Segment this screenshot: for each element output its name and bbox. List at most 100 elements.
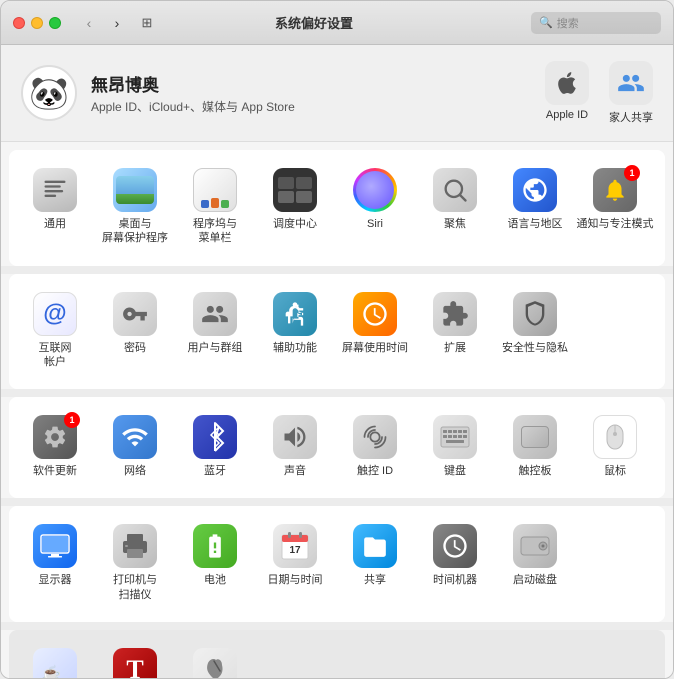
search-bar[interactable]: 🔍 搜索: [531, 12, 661, 34]
sound-item[interactable]: 声音: [257, 407, 333, 484]
extensions-icon: [433, 292, 477, 336]
printer-icon: [113, 524, 157, 568]
software-update-label: 软件更新: [33, 464, 77, 478]
maximize-button[interactable]: [49, 17, 61, 29]
battery-icon: [193, 524, 237, 568]
apple-id-label: Apple ID: [546, 109, 588, 121]
datetime-icon: 17: [273, 524, 317, 568]
divider-2: [1, 389, 673, 397]
printer-item[interactable]: 打印机与扫描仪: [97, 516, 173, 608]
trackpad-icon: [513, 415, 557, 459]
battery-item[interactable]: 电池: [177, 516, 253, 608]
sharing-icon: [353, 524, 397, 568]
traffic-lights: [13, 17, 61, 29]
desktop-item[interactable]: 桌面与屏幕保护程序: [97, 160, 173, 252]
mouse-label: 鼠标: [604, 464, 626, 478]
desktop-icon: [113, 168, 157, 212]
section-1-grid: 通用 桌面与屏幕保护程序: [17, 154, 657, 258]
ntfs-icon: T: [113, 648, 157, 678]
ntfs-item[interactable]: T MicrosoftNTFS by Tuxera: [97, 640, 173, 678]
java-item[interactable]: ☕ Java: [17, 640, 93, 678]
content-area: 通用 桌面与屏幕保护程序: [1, 142, 673, 678]
timemachine-item[interactable]: 时间机器: [417, 516, 493, 608]
dock-label: 程序坞与菜单栏: [193, 217, 237, 246]
language-item[interactable]: 语言与地区: [497, 160, 573, 252]
siri-item[interactable]: Siri: [337, 160, 413, 252]
mission-control-label: 调度中心: [273, 217, 317, 231]
dock-item[interactable]: 程序坞与菜单栏: [177, 160, 253, 252]
internet-item[interactable]: @ 互联网帐户: [17, 284, 93, 376]
section-4-grid: 显示器 打印机与扫描仪: [17, 510, 657, 614]
family-sharing-button[interactable]: 家人共享: [609, 61, 653, 125]
screentime-icon: [353, 292, 397, 336]
third-party-grid: ☕ Java T MicrosoftNTFS by Tuxera: [17, 634, 657, 678]
accessibility-item[interactable]: 辅助功能: [257, 284, 333, 376]
section-2: @ 互联网帐户 密码: [9, 274, 665, 390]
notifications-item[interactable]: 1 通知与专注模式: [577, 160, 653, 252]
internet-label: 互联网帐户: [39, 341, 72, 370]
avatar: 🐼: [21, 65, 77, 121]
keyboard-item[interactable]: 键盘: [417, 407, 493, 484]
software-update-item[interactable]: 1 软件更新: [17, 407, 93, 484]
screentime-label: 屏幕使用时间: [342, 341, 408, 355]
users-label: 用户与群组: [188, 341, 243, 355]
user-section: 🐼 無昂博奥 Apple ID、iCloud+、媒体与 App Store Ap…: [1, 45, 673, 142]
startup-icon: [513, 524, 557, 568]
desktop-label: 桌面与屏幕保护程序: [102, 217, 168, 246]
mysql-icon: [193, 648, 237, 678]
extensions-item[interactable]: 扩展: [417, 284, 493, 376]
sharing-label: 共享: [364, 573, 386, 587]
system-preferences-window: ‹ › ⊞ 系统偏好设置 🔍 搜索 🐼 無昂博奥 Apple ID、iCloud…: [0, 0, 674, 679]
dock-icon: [193, 168, 237, 212]
svg-text:☕: ☕: [41, 663, 61, 678]
mouse-item[interactable]: 鼠标: [577, 407, 653, 484]
display-item[interactable]: 显示器: [17, 516, 93, 608]
mysql-item[interactable]: MySQL: [177, 640, 253, 678]
apple-id-button[interactable]: Apple ID: [545, 61, 589, 125]
screentime-item[interactable]: 屏幕使用时间: [337, 284, 413, 376]
spotlight-item[interactable]: 聚焦: [417, 160, 493, 252]
password-item[interactable]: 密码: [97, 284, 173, 376]
printer-label: 打印机与扫描仪: [113, 573, 157, 602]
mission-control-item[interactable]: 调度中心: [257, 160, 333, 252]
network-item[interactable]: 网络: [97, 407, 173, 484]
network-icon: [113, 415, 157, 459]
bluetooth-label: 蓝牙: [204, 464, 226, 478]
family-sharing-icon: [609, 61, 653, 105]
users-item[interactable]: 用户与群组: [177, 284, 253, 376]
user-name: 無昂博奥: [91, 71, 545, 96]
timemachine-label: 时间机器: [433, 573, 477, 587]
touchid-label: 触控 ID: [357, 464, 393, 478]
general-item[interactable]: 通用: [17, 160, 93, 252]
avatar-emoji: 🐼: [29, 74, 69, 112]
security-icon: [513, 292, 557, 336]
security-item[interactable]: 安全性与隐私: [497, 284, 573, 376]
trackpad-item[interactable]: 触控板: [497, 407, 573, 484]
notifications-icon: 1: [593, 168, 637, 212]
accessibility-icon: [273, 292, 317, 336]
display-icon: [33, 524, 77, 568]
accessibility-label: 辅助功能: [273, 341, 317, 355]
touchid-item[interactable]: 触控 ID: [337, 407, 413, 484]
general-icon: [33, 168, 77, 212]
language-label: 语言与地区: [508, 217, 563, 231]
datetime-item[interactable]: 17 日期与时间: [257, 516, 333, 608]
trackpad-label: 触控板: [519, 464, 552, 478]
startup-item[interactable]: 启动磁盘: [497, 516, 573, 608]
close-button[interactable]: [13, 17, 25, 29]
divider-3: [1, 498, 673, 506]
apple-id-icon: [545, 61, 589, 105]
minimize-button[interactable]: [31, 17, 43, 29]
timemachine-icon: [433, 524, 477, 568]
mission-control-icon: [273, 168, 317, 212]
keyboard-label: 键盘: [444, 464, 466, 478]
touchid-icon: [353, 415, 397, 459]
svg-text:17: 17: [289, 545, 301, 556]
bluetooth-item[interactable]: 蓝牙: [177, 407, 253, 484]
window-title: 系统偏好设置: [97, 13, 531, 32]
keyboard-icon: [433, 415, 477, 459]
sharing-item[interactable]: 共享: [337, 516, 413, 608]
software-update-icon: 1: [33, 415, 77, 459]
users-icon: [193, 292, 237, 336]
section-4: 显示器 打印机与扫描仪: [9, 506, 665, 622]
